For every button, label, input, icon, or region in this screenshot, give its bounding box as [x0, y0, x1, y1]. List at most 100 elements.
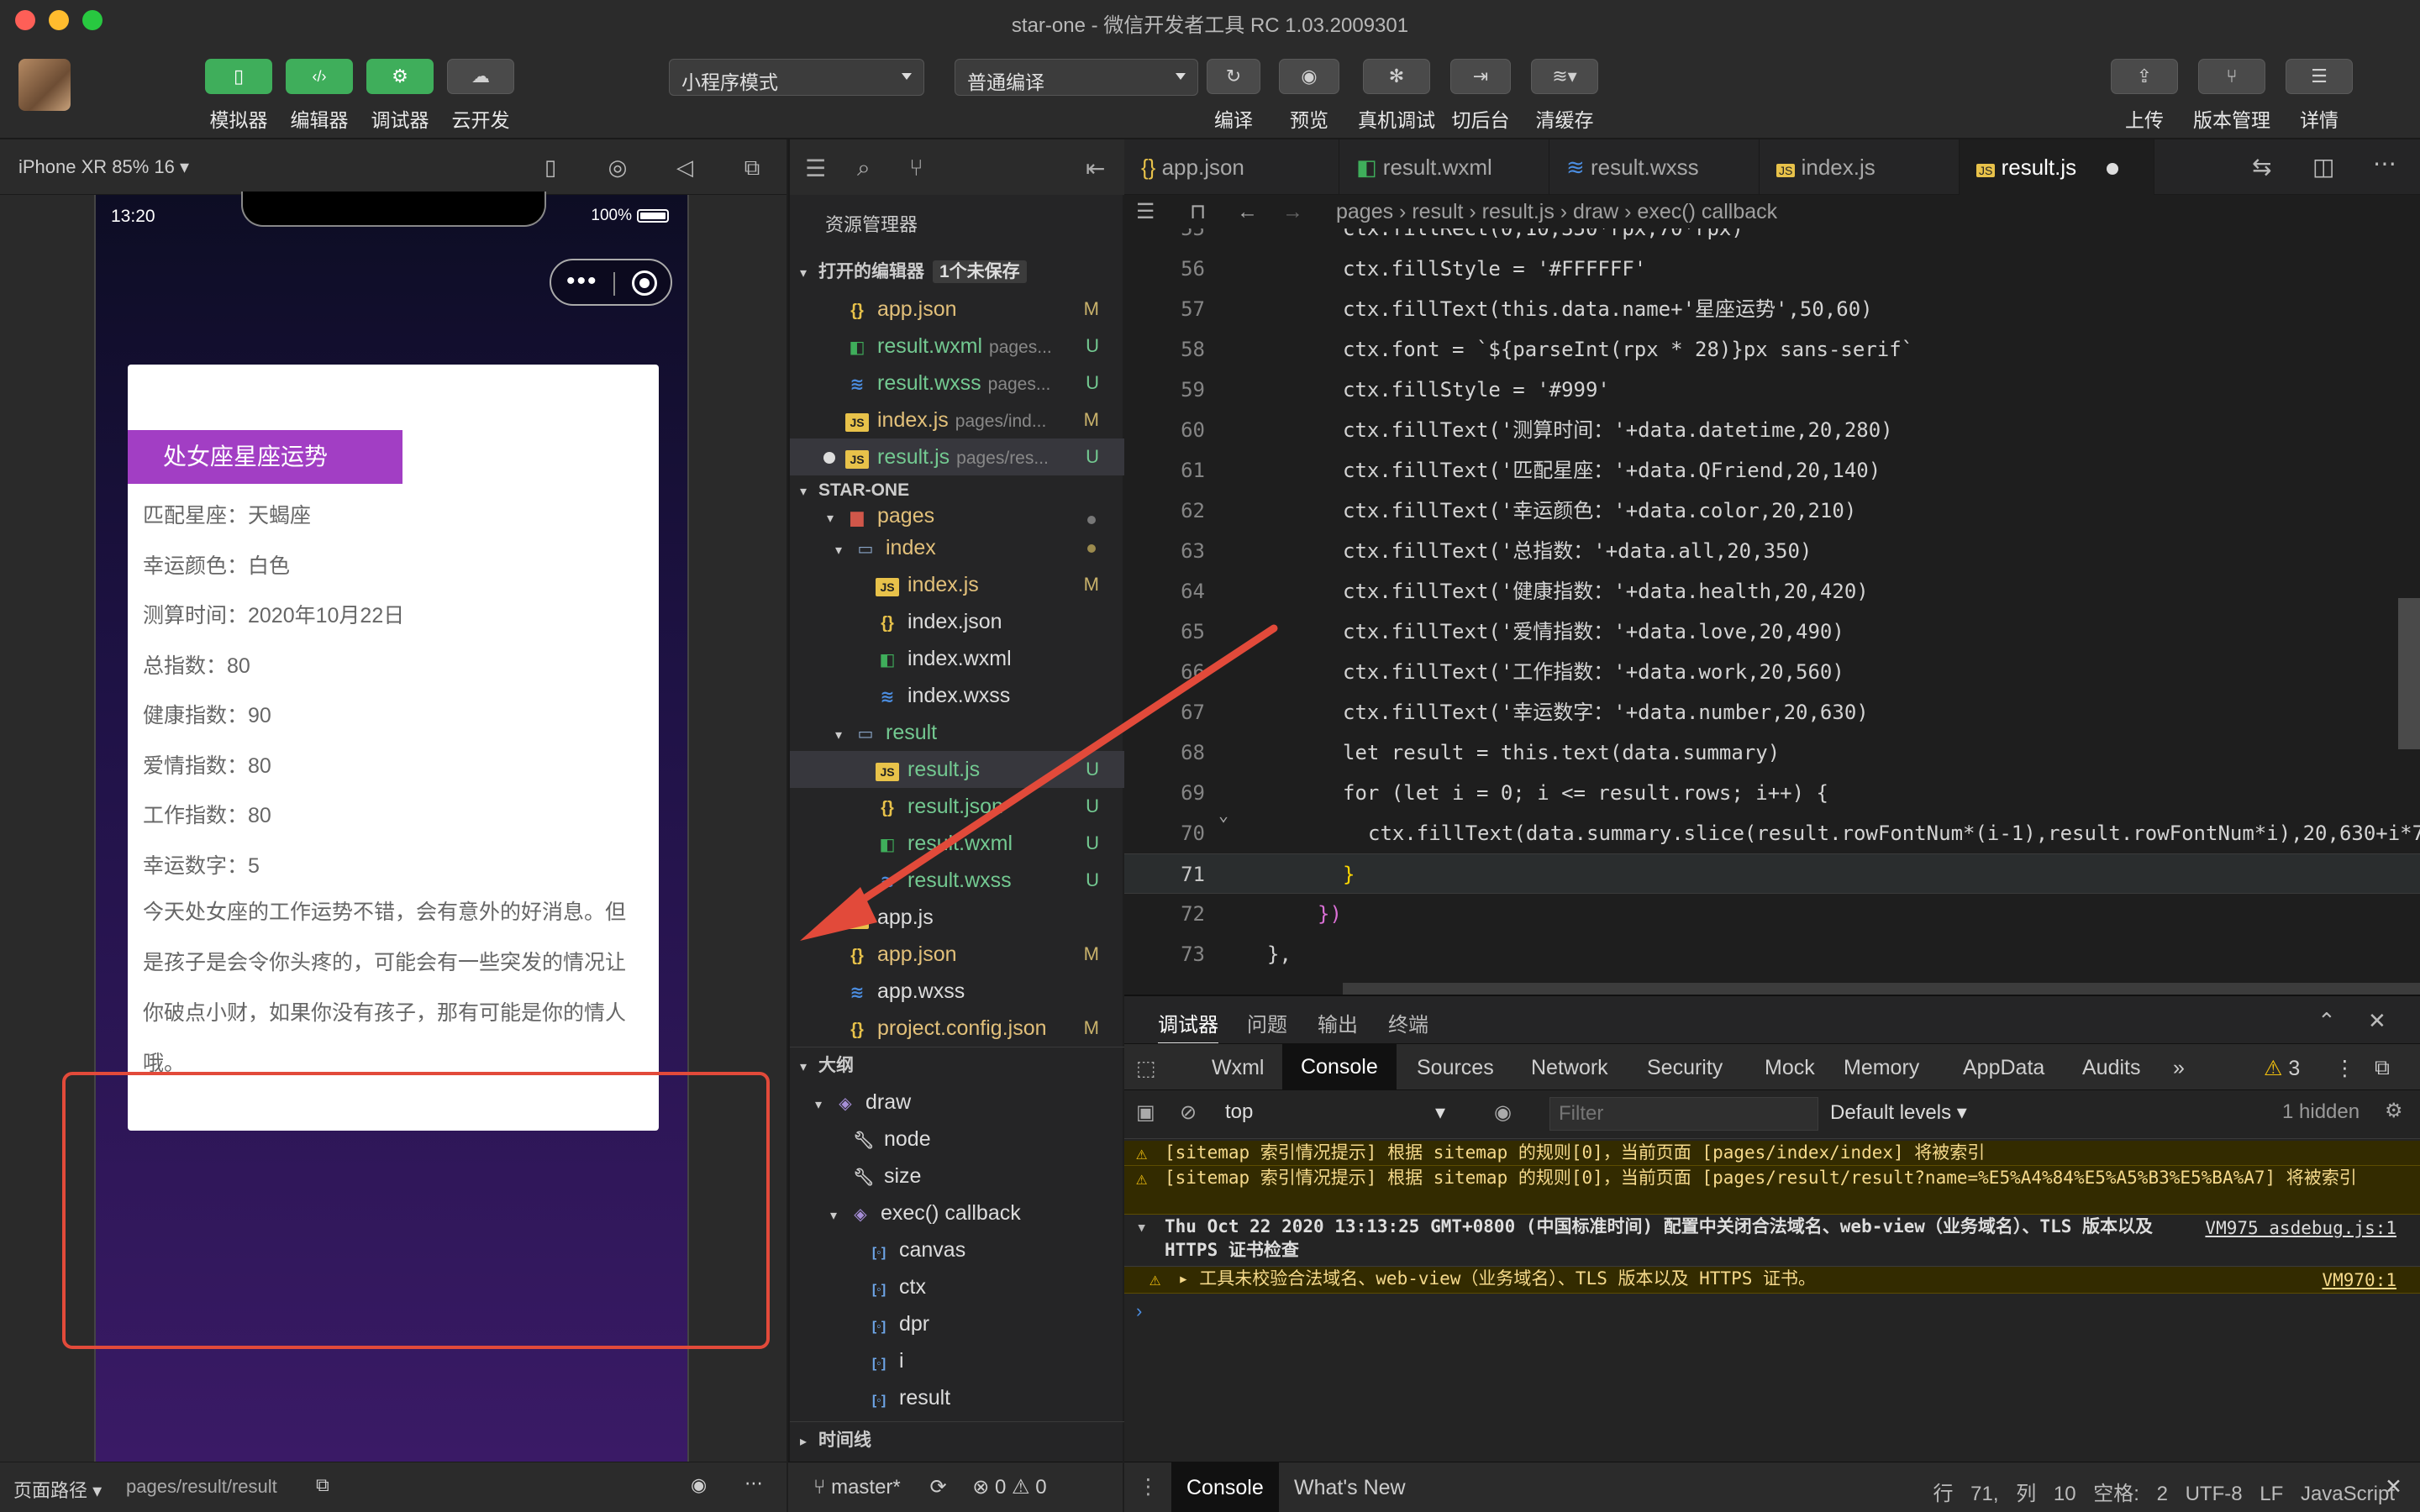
details-button[interactable]: ☰: [2286, 59, 2353, 94]
list-icon[interactable]: ☰: [805, 155, 826, 182]
eye-icon[interactable]: ◉: [1494, 1100, 1512, 1125]
tree-folder[interactable]: ▾ ▭ result: [790, 714, 1124, 751]
tab-result-wxss[interactable]: ≋ result.wxss: [1549, 139, 1760, 195]
git-branch[interactable]: master*: [831, 1476, 901, 1499]
tab-app-json[interactable]: {} app.json: [1124, 139, 1339, 195]
background-button[interactable]: ⇥: [1450, 59, 1511, 94]
cursor-position[interactable]: 行 71, 列 10: [1933, 1483, 2076, 1505]
console-source-link[interactable]: VM975 asdebug.js:1: [2205, 1216, 2396, 1240]
page-path-label[interactable]: 页面路径 ▾: [13, 1476, 102, 1503]
collapse-icon[interactable]: ⇤: [1086, 155, 1105, 182]
bookmark-icon[interactable]: ⊓: [1190, 195, 1207, 228]
console-filter-input[interactable]: [1549, 1097, 1818, 1131]
tab-debugger[interactable]: 调试器: [1158, 1008, 1218, 1045]
console-prompt-icon[interactable]: ›: [1136, 1300, 1142, 1322]
user-avatar[interactable]: [18, 59, 71, 111]
devtools-tab-mock[interactable]: Mock: [1765, 1056, 1815, 1080]
version-control-button[interactable]: ⑂: [2198, 59, 2265, 94]
problems-count[interactable]: ⊗ 0 ⚠ 0: [972, 1476, 1046, 1499]
record-icon[interactable]: ◎: [605, 155, 630, 180]
open-editor-item[interactable]: ◧ result.wxml pages... U: [790, 328, 1124, 365]
kebab-menu-icon[interactable]: ⋮: [2334, 1056, 2355, 1081]
inspect-icon[interactable]: ⬚: [1136, 1056, 1156, 1081]
more-icon[interactable]: •••: [566, 269, 598, 294]
devtools-tab-sources[interactable]: Sources: [1417, 1056, 1494, 1080]
tab-output[interactable]: 输出: [1318, 1008, 1358, 1037]
device-select[interactable]: iPhone XR 85% 16 ▾: [18, 156, 189, 178]
open-editor-item[interactable]: {} app.json M: [790, 291, 1124, 328]
simulator-toggle-button[interactable]: ▯: [205, 59, 272, 94]
more-icon[interactable]: ⋯: [2373, 150, 2396, 177]
branch-icon[interactable]: ⑂: [909, 155, 923, 181]
compile-button[interactable]: ↻: [1207, 59, 1260, 94]
close-mini-program-icon[interactable]: [632, 270, 657, 296]
devtools-tab-console[interactable]: Console: [1282, 1044, 1397, 1089]
fold-chevron-icon[interactable]: ⌄: [1218, 805, 1228, 825]
eye-icon[interactable]: ◉: [691, 1474, 707, 1496]
dock-icon[interactable]: ⧉: [2375, 1056, 2390, 1080]
more-icon[interactable]: ⋯: [744, 1473, 763, 1494]
language-mode[interactable]: JavaScript: [2301, 1483, 2395, 1505]
editor-toggle-button[interactable]: ‹/›: [286, 59, 353, 94]
tree-file[interactable]: {} result.json U: [790, 788, 1124, 825]
clear-console-icon[interactable]: ⊘: [1180, 1100, 1197, 1125]
encoding[interactable]: UTF-8: [2186, 1483, 2243, 1505]
outline-item[interactable]: ▾ ◈ draw: [790, 1084, 1124, 1121]
sidebar-toggle-icon[interactable]: ▣: [1136, 1100, 1155, 1125]
compile-mode-select[interactable]: 普通编译: [955, 59, 1198, 96]
debugger-toggle-button[interactable]: ⚙: [366, 59, 434, 94]
tree-file[interactable]: ≋ index.wxss: [790, 677, 1124, 714]
preview-button[interactable]: ◉: [1279, 59, 1339, 94]
more-tabs-icon[interactable]: »: [2173, 1056, 2185, 1080]
tab-result-js[interactable]: JS result.js: [1960, 139, 2154, 195]
indentation[interactable]: 空格: 2: [2093, 1483, 2168, 1505]
outline-item[interactable]: [◦] dpr: [790, 1305, 1124, 1342]
devtools-tab-wxml[interactable]: Wxml: [1212, 1056, 1264, 1080]
cloud-dev-button[interactable]: ☁: [447, 59, 514, 94]
devtools-tab-security[interactable]: Security: [1647, 1056, 1723, 1080]
horizontal-scrollbar[interactable]: [1343, 983, 2420, 995]
tree-file[interactable]: ◧ index.wxml: [790, 640, 1124, 677]
outline-item[interactable]: [◦] result: [790, 1379, 1124, 1416]
devtools-tab-network[interactable]: Network: [1531, 1056, 1608, 1080]
outline-item[interactable]: 🔧︎ node: [790, 1121, 1124, 1158]
unsaved-dot-icon[interactable]: [2107, 163, 2119, 176]
tree-folder[interactable]: ▾ ▆ pages: [790, 501, 1124, 531]
open-editors-header[interactable]: ▾ 打开的编辑器 1个未保存: [790, 254, 1124, 291]
code-editor[interactable]: 55 ctx.fillRect(0,10,350*rpx,70*rpx) 56 ct…: [1124, 228, 2420, 995]
devtools-tab-memory[interactable]: Memory: [1844, 1056, 1919, 1080]
devtools-tab-audits[interactable]: Audits: [2082, 1056, 2140, 1080]
phone-icon[interactable]: ▯: [538, 155, 563, 180]
console-source-link[interactable]: VM970:1: [2322, 1268, 2396, 1292]
split-editor-icon[interactable]: ◫: [2312, 153, 2334, 181]
tab-problems[interactable]: 问题: [1247, 1008, 1287, 1037]
upload-button[interactable]: ⇪: [2111, 59, 2178, 94]
open-editor-item[interactable]: ≋ result.wxss pages... U: [790, 365, 1124, 402]
warning-count[interactable]: ⚠ 3: [2264, 1056, 2300, 1081]
close-icon[interactable]: ✕: [2368, 1008, 2386, 1034]
clear-cache-button[interactable]: ≋▾: [1531, 59, 1598, 94]
mode-select[interactable]: 小程序模式: [669, 59, 924, 96]
outline-item[interactable]: 🔧︎ size: [790, 1158, 1124, 1194]
console-log-group[interactable]: ▾ Thu Oct 22 2020 13:13:25 GMT+0800 (中国标准…: [1124, 1215, 2420, 1267]
tree-file[interactable]: {} app.json M: [790, 936, 1124, 973]
open-editor-item-active[interactable]: JS result.js pages/res... U: [790, 438, 1124, 475]
forward-arrow-icon[interactable]: →: [1282, 195, 1303, 228]
tree-file[interactable]: JS app.js: [790, 899, 1124, 936]
tree-file[interactable]: ≋ app.wxss: [790, 973, 1124, 1010]
tab-index-js[interactable]: JS index.js: [1760, 139, 1960, 195]
chevron-up-icon[interactable]: ⌃: [2317, 1008, 2336, 1034]
tab-result-wxml[interactable]: ◧ result.wxml: [1339, 139, 1549, 195]
outline-item[interactable]: [◦] i: [790, 1342, 1124, 1379]
popout-icon[interactable]: ⧉: [739, 155, 765, 180]
copy-icon[interactable]: ⧉: [316, 1474, 329, 1496]
tree-file-active[interactable]: JS result.js U: [790, 751, 1124, 788]
outline-item[interactable]: ▾ ◈ exec() callback: [790, 1194, 1124, 1231]
tree-folder[interactable]: ▾ ▭ index: [790, 529, 1124, 566]
outline-header[interactable]: ▾ 大纲: [790, 1047, 1124, 1084]
remote-debug-button[interactable]: ✻: [1363, 59, 1430, 94]
search-icon[interactable]: ⌕: [857, 155, 871, 182]
tree-file[interactable]: {} project.config.json M: [790, 1010, 1124, 1047]
devtools-tab-appdata[interactable]: AppData: [1963, 1056, 2044, 1080]
tree-file[interactable]: ◧ result.wxml U: [790, 825, 1124, 862]
